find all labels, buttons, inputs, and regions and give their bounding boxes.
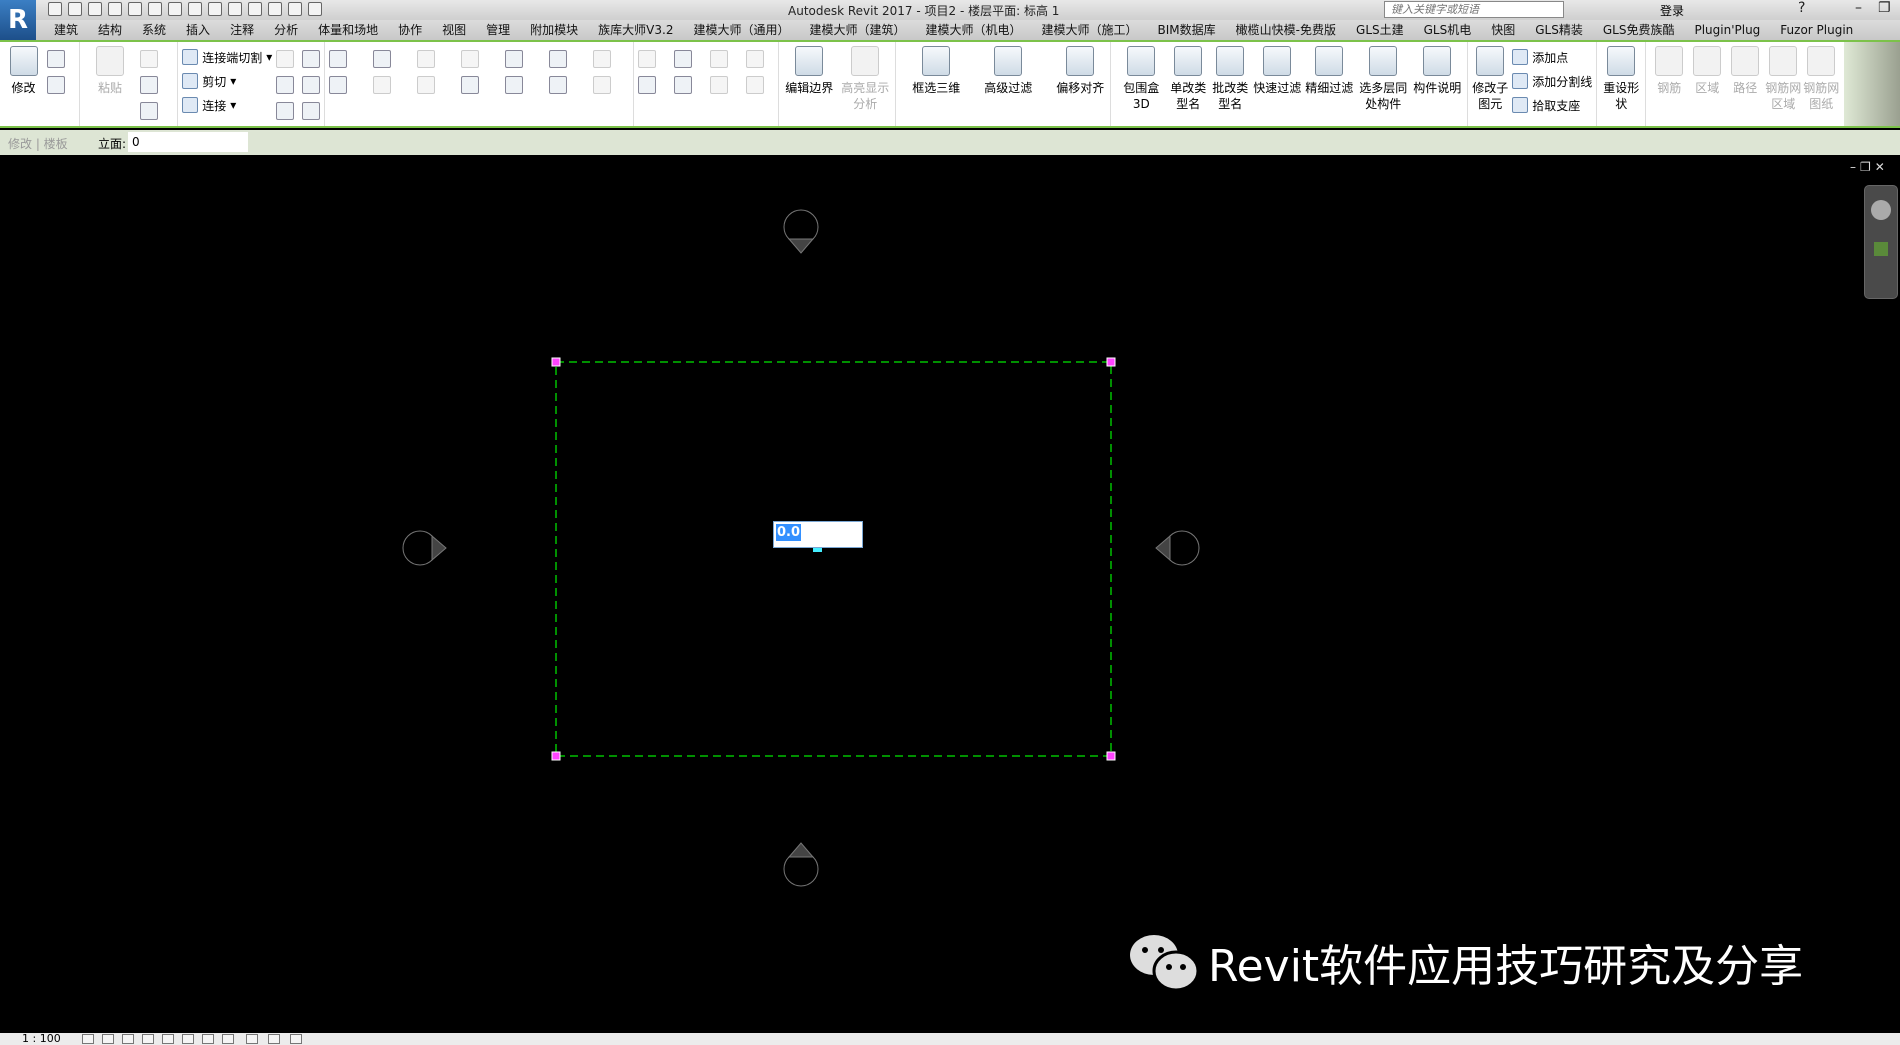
- detail-level-icon[interactable]: [82, 1034, 94, 1044]
- elevation-marker-south[interactable]: [783, 842, 819, 887]
- show-crop-icon[interactable]: [182, 1034, 194, 1044]
- floor-boundary[interactable]: [555, 361, 1112, 757]
- elevation-marker-north[interactable]: [783, 209, 819, 254]
- steering-wheel-icon[interactable]: [1871, 200, 1891, 220]
- dimension-value: 0.0: [776, 524, 802, 541]
- constraints-icon[interactable]: [290, 1034, 302, 1044]
- grip-bottom-left[interactable]: [551, 751, 561, 761]
- elevation-marker-west[interactable]: [402, 530, 447, 566]
- analytical-model-icon[interactable]: [268, 1034, 280, 1044]
- temp-hide-icon[interactable]: [202, 1034, 214, 1044]
- temporary-dimension-input[interactable]: 0.0: [773, 521, 863, 548]
- shadows-icon[interactable]: [142, 1034, 154, 1044]
- elevation-marker-east[interactable]: [1155, 530, 1200, 566]
- scale-selector[interactable]: 1 : 100: [22, 1032, 61, 1045]
- grip-bottom-right[interactable]: [1106, 751, 1116, 761]
- drag-grip[interactable]: [813, 548, 822, 552]
- watermark-text: Revit软件应用技巧研究及分享: [1208, 941, 1804, 992]
- drawing-overlay: [402, 209, 1200, 887]
- wechat-icon: [1130, 935, 1200, 992]
- crop-view-icon[interactable]: [162, 1034, 174, 1044]
- application-menu-button[interactable]: R: [0, 0, 36, 40]
- zoom-icon[interactable]: [1874, 242, 1888, 256]
- visual-style-icon[interactable]: [102, 1034, 114, 1044]
- reveal-hidden-icon[interactable]: [222, 1034, 234, 1044]
- grip-top-right[interactable]: [1106, 357, 1116, 367]
- view-control-bar: 1 : 100: [0, 1032, 1900, 1045]
- grip-top-left[interactable]: [551, 357, 561, 367]
- view-window-controls[interactable]: –❐✕: [1850, 160, 1889, 174]
- navigation-bar[interactable]: [1864, 185, 1898, 299]
- watermark: Revit软件应用技巧研究及分享: [1128, 930, 1803, 994]
- sun-path-icon[interactable]: [122, 1034, 134, 1044]
- temporary-view-properties-icon[interactable]: [246, 1034, 258, 1044]
